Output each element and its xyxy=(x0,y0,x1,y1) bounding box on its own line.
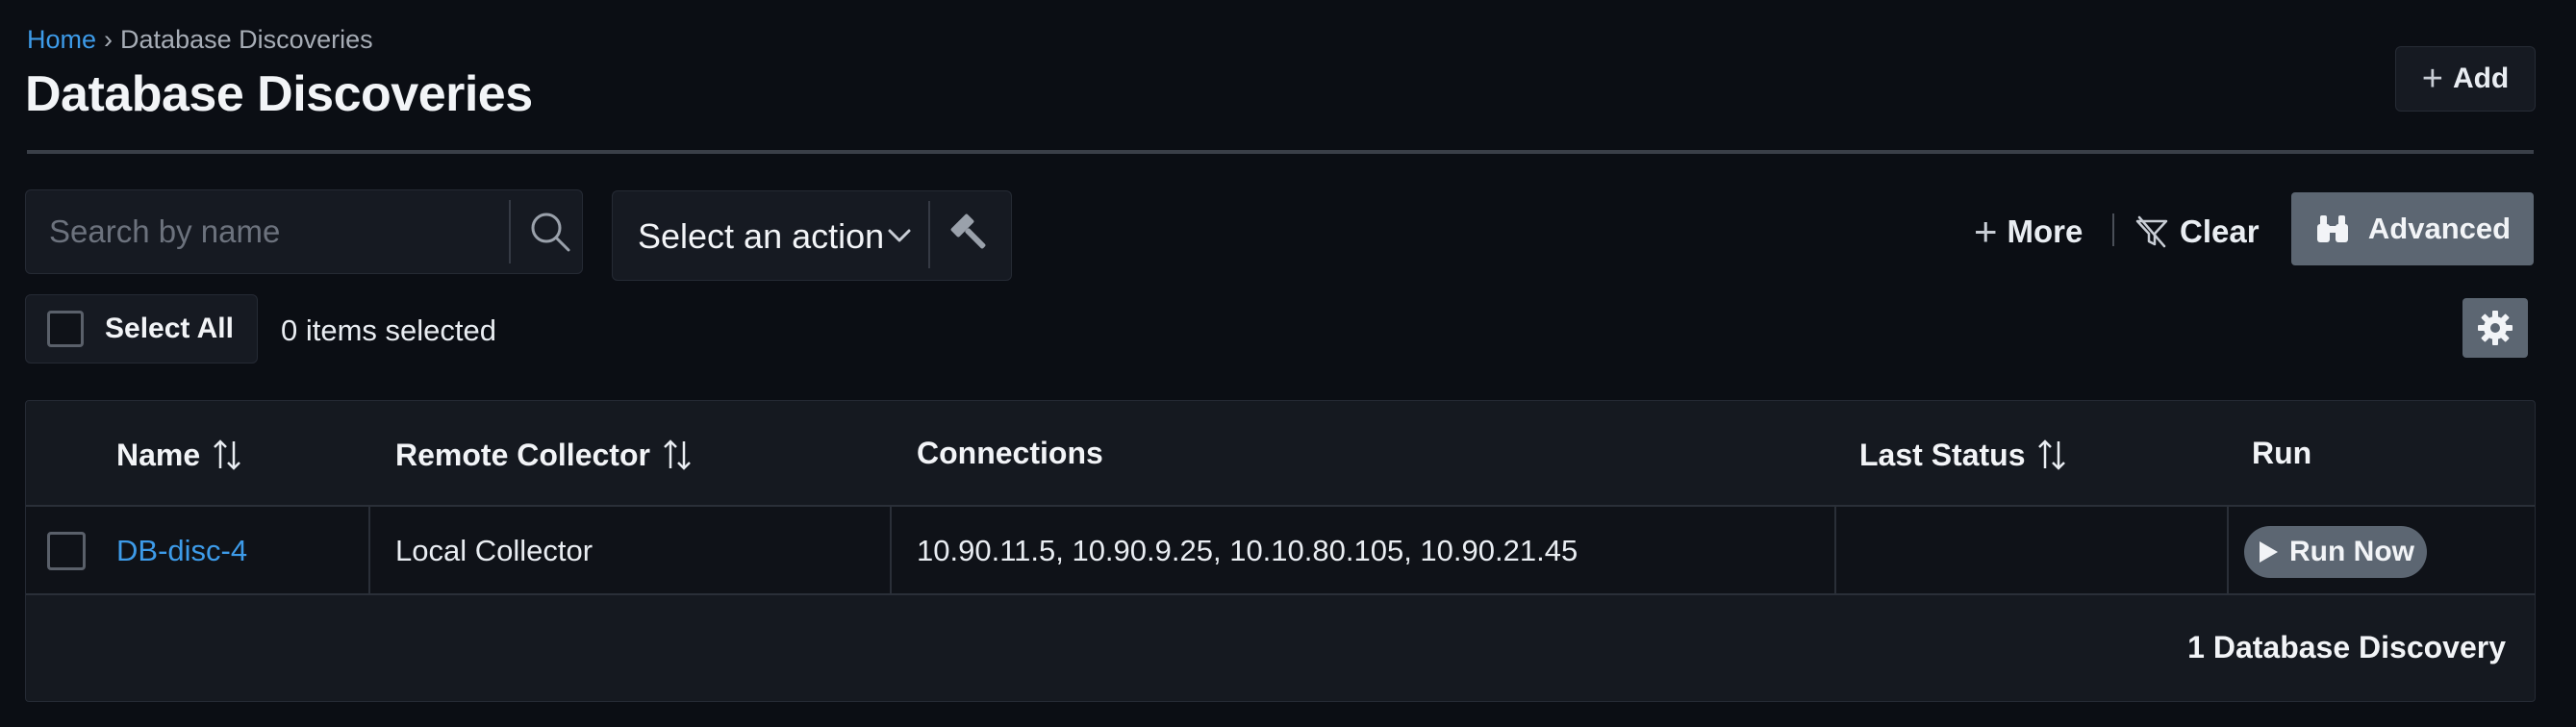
search-icon[interactable] xyxy=(526,208,574,256)
title-divider xyxy=(27,150,2534,154)
more-button[interactable]: + More xyxy=(1974,208,2083,256)
run-now-label: Run Now xyxy=(2289,536,2414,567)
chevron-down-icon xyxy=(888,229,911,242)
breadcrumb-separator: › xyxy=(104,25,114,54)
search-input[interactable] xyxy=(26,190,507,273)
action-select[interactable]: Select an action xyxy=(612,190,1012,281)
row-checkbox[interactable] xyxy=(47,532,86,570)
search-box xyxy=(25,189,583,274)
action-select-value: Select an action xyxy=(638,216,885,256)
column-divider xyxy=(1834,507,1836,593)
column-header-label: Name xyxy=(116,437,201,472)
column-header-label: Run xyxy=(2252,436,2312,470)
select-all-label: Select All xyxy=(105,313,234,344)
select-all-control[interactable]: Select All xyxy=(25,294,258,364)
plus-icon: + xyxy=(2421,59,2443,99)
toolbar-separator xyxy=(2112,213,2114,246)
table-row: DB-disc-4 Local Collector 10.90.11.5, 10… xyxy=(26,505,2535,595)
column-divider xyxy=(2227,507,2229,593)
select-all-checkbox[interactable] xyxy=(47,311,84,347)
items-selected-status: 0 items selected xyxy=(281,313,496,347)
advanced-button-label: Advanced xyxy=(2367,212,2512,245)
discoveries-table: Name Remote Collector Connections Last S… xyxy=(25,400,2536,702)
action-divider xyxy=(928,201,930,268)
column-header-label: Connections xyxy=(917,436,1103,470)
advanced-button[interactable]: Advanced xyxy=(2291,192,2534,265)
sort-icon xyxy=(214,439,241,470)
more-button-label: More xyxy=(2007,213,2084,249)
play-icon xyxy=(2260,541,2278,563)
column-header-label: Last Status xyxy=(1859,437,2026,472)
column-header-connections: Connections xyxy=(917,436,1103,471)
column-divider xyxy=(890,507,892,593)
clear-button[interactable]: Clear xyxy=(2134,208,2260,256)
sort-icon xyxy=(664,439,691,470)
gear-icon xyxy=(2478,311,2513,345)
hammer-icon[interactable] xyxy=(946,209,996,259)
binoculars-icon xyxy=(2316,215,2348,242)
table-header: Name Remote Collector Connections Last S… xyxy=(26,401,2535,505)
row-remote-collector: Local Collector xyxy=(395,534,593,567)
plus-icon: + xyxy=(1974,209,1998,254)
table-footer-count: 1 Database Discovery xyxy=(2187,630,2506,664)
add-button[interactable]: + Add xyxy=(2395,46,2536,112)
settings-button[interactable] xyxy=(2462,298,2528,358)
breadcrumb-home-link[interactable]: Home xyxy=(27,25,96,54)
row-name-link[interactable]: DB-disc-4 xyxy=(116,534,247,568)
column-divider xyxy=(368,507,370,593)
run-now-button[interactable]: Run Now xyxy=(2244,526,2427,578)
column-header-last-status[interactable]: Last Status xyxy=(1859,436,2071,474)
sort-icon xyxy=(2038,439,2066,470)
search-divider xyxy=(509,200,511,263)
column-header-run: Run xyxy=(2252,436,2311,471)
add-button-label: Add xyxy=(2452,63,2510,94)
column-header-name[interactable]: Name xyxy=(116,436,246,474)
filter-clear-icon xyxy=(2135,215,2168,248)
clear-button-label: Clear xyxy=(2180,213,2260,249)
column-header-label: Remote Collector xyxy=(395,437,650,472)
breadcrumb: Home › Database Discoveries xyxy=(27,25,373,55)
row-connections: 10.90.11.5, 10.90.9.25, 10.10.80.105, 10… xyxy=(917,534,1578,567)
breadcrumb-current: Database Discoveries xyxy=(120,25,373,54)
page-title: Database Discoveries xyxy=(25,66,533,122)
column-header-remote-collector[interactable]: Remote Collector xyxy=(395,436,696,474)
